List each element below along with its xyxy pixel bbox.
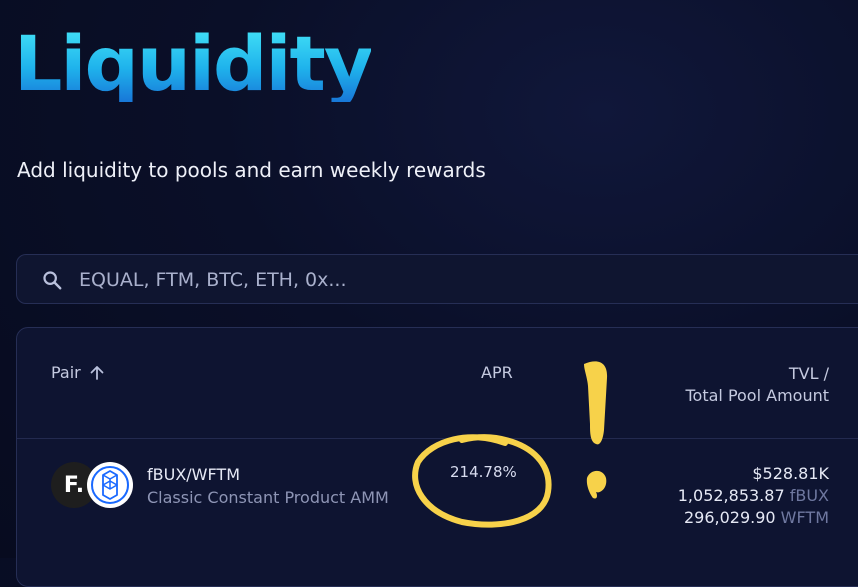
amount-a-value: 1,052,853.87 <box>677 486 785 505</box>
search-input[interactable] <box>77 264 781 296</box>
column-header-tvl-line1: TVL / <box>788 364 829 383</box>
arrow-up-icon <box>90 365 104 380</box>
column-header-pair[interactable]: Pair <box>51 363 105 382</box>
column-header-pair-label: Pair <box>51 363 81 382</box>
amount-a-token: fBUX <box>789 486 829 505</box>
column-header-tvl[interactable]: TVL / Total Pool Amount <box>685 363 829 407</box>
search-icon <box>43 271 62 290</box>
amount-b-value: 296,029.90 <box>683 508 776 527</box>
tvl-value: $528.81K <box>752 464 829 483</box>
pool-amount-b: 296,029.90 WFTM <box>678 507 829 529</box>
pair-name: fBUX/WFTM <box>147 465 240 484</box>
pools-table: Pair APR TVL / Total Pool Amount F. fBUX… <box>16 327 858 587</box>
wftm-token-icon <box>87 462 133 508</box>
pool-amount-a: 1,052,853.87 fBUX <box>678 485 829 507</box>
amount-b-token: WFTM <box>780 508 829 527</box>
table-row[interactable]: F. fBUX/WFTM Classic Constant Product AM… <box>17 439 858 579</box>
page-subtitle: Add liquidity to pools and earn weekly r… <box>17 158 486 182</box>
page-title: Liquidity <box>14 19 373 108</box>
search-bar[interactable] <box>16 254 858 304</box>
fbux-logo-text: F. <box>63 472 85 498</box>
table-header: Pair APR TVL / Total Pool Amount <box>17 328 858 439</box>
pair-type: Classic Constant Product AMM <box>147 488 389 507</box>
apr-value: 214.78% <box>450 463 517 481</box>
column-header-apr[interactable]: APR <box>481 363 513 382</box>
column-header-tvl-line2: Total Pool Amount <box>685 386 829 405</box>
fantom-logo-icon <box>91 466 129 504</box>
tvl-block: $528.81K 1,052,853.87 fBUX 296,029.90 WF… <box>678 463 829 529</box>
